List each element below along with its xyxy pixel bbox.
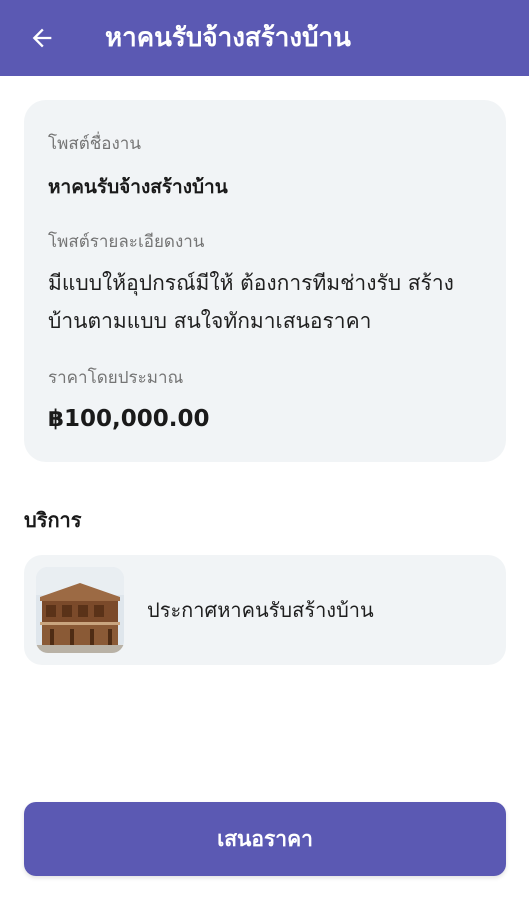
app-bar: หาคนรับจ้างสร้างบ้าน (0, 0, 529, 76)
price-label: ราคาโดยประมาณ (48, 368, 184, 388)
page-title: หาคนรับจ้างสร้างบ้าน (105, 23, 351, 53)
house-photo (36, 567, 124, 653)
back-button[interactable] (22, 18, 62, 58)
post-detail-label: โพสต์รายละเอียดงาน (48, 232, 205, 252)
service-item[interactable]: ประกาศหาคนรับสร้างบ้าน (24, 555, 506, 665)
submit-offer-button[interactable]: เสนอราคา (24, 802, 506, 876)
post-name-label: โพสต์ชื่องาน (48, 134, 141, 154)
post-info-card: โพสต์ชื่องาน หาคนรับจ้างสร้างบ้าน โพสต์ร… (24, 100, 506, 462)
price-value: ฿100,000.00 (48, 406, 210, 432)
post-name-value: หาคนรับจ้างสร้างบ้าน (48, 176, 228, 198)
service-label: ประกาศหาคนรับสร้างบ้าน (147, 598, 374, 622)
arrow-left-icon (32, 28, 52, 48)
post-detail-value: มีแบบให้อุปกรณ์มีให้ ต้องการทีมช่างรับ ส… (48, 271, 454, 333)
services-heading: บริการ (24, 508, 82, 532)
